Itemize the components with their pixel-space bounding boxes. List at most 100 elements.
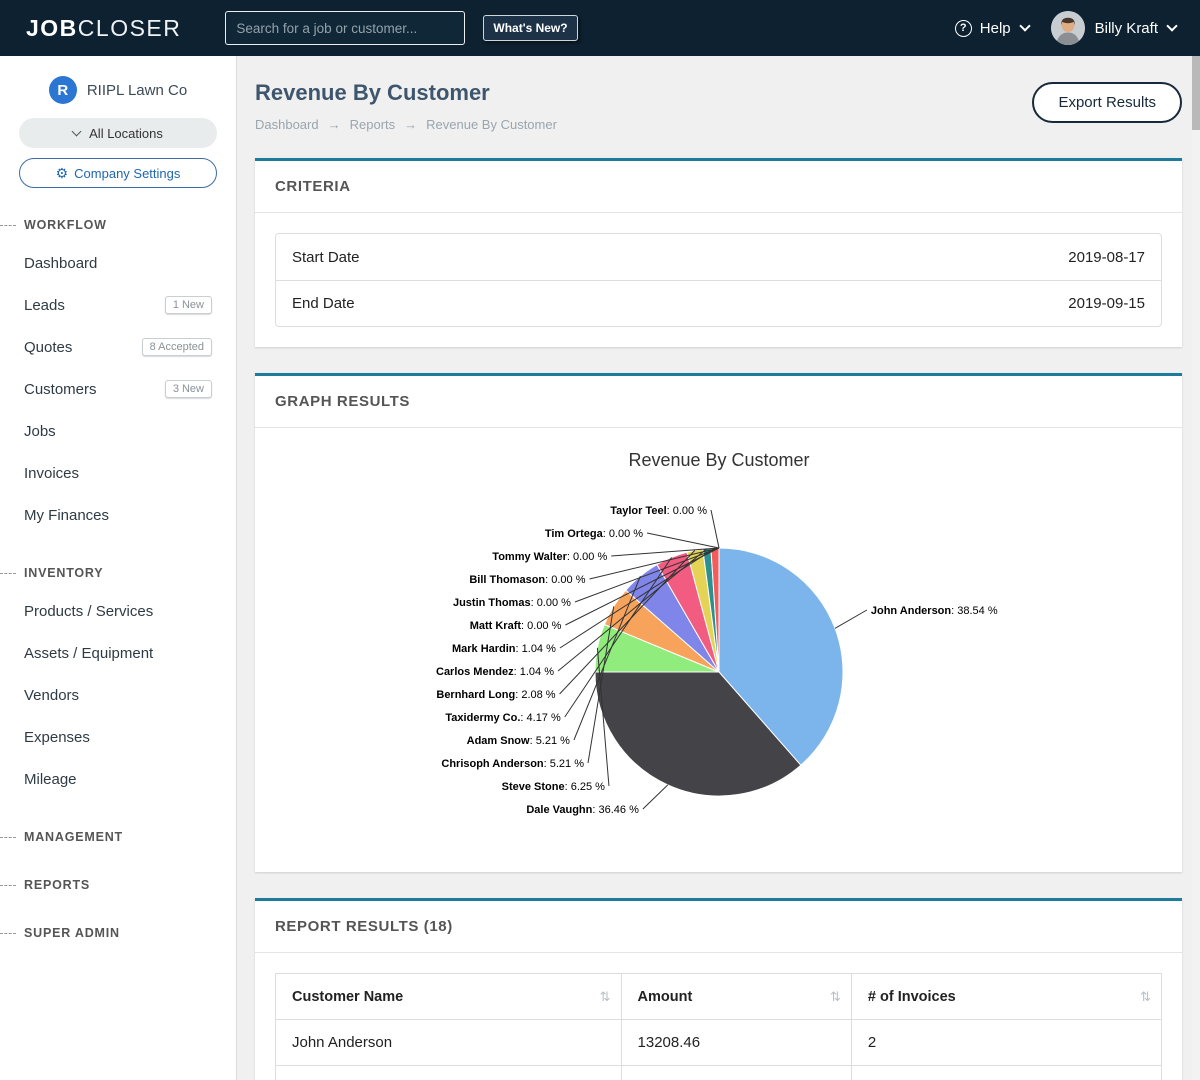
sort-icon[interactable]: ⇅: [600, 989, 611, 1005]
sidebar-item-expenses[interactable]: Expenses: [0, 716, 236, 758]
sidebar-section-workflow[interactable]: WORKFLOW: [0, 214, 236, 236]
sidebar-item-customers[interactable]: Customers 3 New: [0, 368, 236, 410]
avatar[interactable]: [1051, 11, 1085, 45]
report-table-body: John Anderson13208.462Dale Vaughn12529.8…: [276, 1020, 1162, 1080]
all-locations-dropdown[interactable]: All Locations: [19, 118, 217, 148]
revenue-pie-chart[interactable]: Revenue By CustomerTaylor Teel: 0.00 %Ti…: [259, 432, 1179, 862]
all-locations-label: All Locations: [89, 126, 163, 141]
pie-label: Bernhard Long: 2.08 %: [436, 689, 555, 701]
search-input[interactable]: [225, 11, 465, 45]
column-header-amount[interactable]: Amount ⇅: [621, 974, 851, 1020]
criteria-rows: Start Date2019-08-17End Date2019-09-15: [275, 233, 1162, 327]
table-cell: 8: [851, 1066, 1161, 1080]
sidebar-item-leads[interactable]: Leads 1 New: [0, 284, 236, 326]
page-header: Revenue By Customer Dashboard→Reports→Re…: [255, 80, 1182, 132]
page-title: Revenue By Customer: [255, 80, 557, 106]
sidebar: R RIIPL Lawn Co All Locations ⚙ Company …: [0, 56, 237, 1080]
graph-results-card: GRAPH RESULTS Revenue By CustomerTaylor …: [255, 373, 1182, 872]
breadcrumb-arrow-icon: →: [404, 117, 417, 132]
breadcrumb: Dashboard→Reports→Revenue By Customer: [255, 117, 557, 132]
scrollbar-thumb[interactable]: [1192, 56, 1200, 130]
user-menu[interactable]: Billy Kraft: [1095, 20, 1158, 37]
pie-label: Steve Stone: 6.25 %: [501, 781, 605, 793]
pie-label: Taxidermy Co.: 4.17 %: [445, 712, 561, 724]
sidebar-item-mileage[interactable]: Mileage: [0, 758, 236, 800]
avatar-image: [1051, 11, 1085, 45]
sidebar-item-my-finances[interactable]: My Finances: [0, 494, 236, 536]
sort-icon[interactable]: ⇅: [1140, 989, 1151, 1005]
chevron-down-icon: [72, 126, 82, 136]
company-row[interactable]: R RIIPL Lawn Co: [0, 56, 236, 110]
pie-label-connector: [835, 610, 867, 628]
pie-label: Taylor Teel: 0.00 %: [610, 505, 707, 517]
pie-label: Matt Kraft: 0.00 %: [469, 620, 561, 632]
pie-label: Tim Ortega: 0.00 %: [544, 528, 642, 540]
pie-label-connector: [647, 533, 719, 548]
breadcrumb-arrow-icon: →: [328, 117, 341, 132]
criteria-row: Start Date2019-08-17: [276, 234, 1161, 280]
sidebar-item-dashboard[interactable]: Dashboard: [0, 242, 236, 284]
pie-label-connector: [642, 785, 667, 809]
graph-results-title: GRAPH RESULTS: [255, 376, 1182, 428]
breadcrumb-item[interactable]: Dashboard: [255, 117, 319, 132]
page-scrollbar[interactable]: [1192, 56, 1200, 1080]
sidebar-item-quotes[interactable]: Quotes8 Accepted: [0, 326, 236, 368]
chevron-down-icon: [1166, 20, 1177, 31]
sidebar-item-label: Assets / Equipment: [24, 645, 153, 662]
chevron-down-icon: [1019, 20, 1030, 31]
table-cell: 12529.80: [621, 1066, 851, 1080]
pie-label: Bill Thomason: 0.00 %: [469, 574, 585, 586]
pie-label: Mark Hardin: 1.04 %: [451, 643, 555, 655]
sidebar-item-label: My Finances: [24, 507, 109, 524]
breadcrumb-item[interactable]: Reports: [350, 117, 396, 132]
logo-text-bold: JOB: [26, 15, 78, 41]
help-icon: ?: [955, 20, 972, 37]
sidebar-nav: WORKFLOW Dashboard Leads 1 New Quotes8 Accep…: [0, 214, 236, 944]
sidebar-section-inventory[interactable]: INVENTORY: [0, 562, 236, 584]
sidebar-item-vendors[interactable]: Vendors: [0, 674, 236, 716]
report-table-header-row: Customer Name ⇅ Amount ⇅ # of Invoices ⇅: [276, 974, 1162, 1020]
whats-new-button[interactable]: What's New?: [483, 15, 577, 41]
company-name: RIIPL Lawn Co: [87, 82, 187, 99]
sidebar-item-invoices[interactable]: Invoices: [0, 452, 236, 494]
sidebar-item-label: Vendors: [24, 687, 79, 704]
pie-label: Justin Thomas: 0.00 %: [452, 597, 570, 609]
main-content: Revenue By Customer Dashboard → Reports → Re…: [237, 56, 1200, 1080]
criteria-row: End Date2019-09-15: [276, 280, 1161, 326]
criteria-card-title: CRITERIA: [255, 161, 1182, 213]
pie-label: Carlos Mendez: 1.04 %: [436, 666, 554, 678]
pie-label: Chrisoph Anderson: 5.21 %: [441, 758, 584, 770]
sidebar-item-assets-equipment[interactable]: Assets / Equipment: [0, 632, 236, 674]
sidebar-item-label: Leads: [24, 297, 65, 314]
company-logo-icon: R: [49, 76, 77, 104]
column-header-label: Customer Name: [292, 989, 403, 1005]
export-results-button[interactable]: Export Results: [1032, 82, 1182, 123]
table-row[interactable]: Dale Vaughn12529.808: [276, 1066, 1162, 1080]
app-logo[interactable]: JOBCLOSER: [26, 15, 181, 42]
column-header-of-invoices[interactable]: # of Invoices ⇅: [851, 974, 1161, 1020]
sidebar-item-label: Customers: [24, 381, 97, 398]
column-header-label: # of Invoices: [868, 989, 956, 1005]
sidebar-item-products-services[interactable]: Products / Services: [0, 590, 236, 632]
criteria-value: 2019-08-17: [1068, 249, 1145, 266]
sidebar-item-jobs[interactable]: Jobs: [0, 410, 236, 452]
column-header-label: Amount: [638, 989, 693, 1005]
company-settings-label: Company Settings: [74, 166, 180, 181]
report-results-card: REPORT RESULTS (18) Customer Name⇅Amount…: [255, 898, 1182, 1080]
table-row[interactable]: John Anderson13208.462: [276, 1020, 1162, 1066]
sidebar-section-reports[interactable]: REPORTS: [0, 874, 236, 896]
sidebar-item-badge: 3 New: [165, 380, 212, 398]
sidebar-item-badge: 1 New: [165, 296, 212, 314]
sidebar-section-management[interactable]: MANAGEMENT: [0, 826, 236, 848]
sidebar-item-label: Jobs: [24, 423, 56, 440]
table-cell: 2: [851, 1020, 1161, 1066]
sort-icon[interactable]: ⇅: [830, 989, 841, 1005]
report-table: Customer Name ⇅ Amount ⇅ # of Invoices ⇅ John…: [275, 973, 1162, 1080]
sidebar-section-super-admin[interactable]: SUPER ADMIN: [0, 922, 236, 944]
topbar-right: ? Help Billy Kraft: [955, 11, 1182, 45]
help-menu[interactable]: Help: [980, 20, 1011, 37]
table-cell: Dale Vaughn: [276, 1066, 622, 1080]
column-header-customer-name[interactable]: Customer Name ⇅: [276, 974, 622, 1020]
company-settings-button[interactable]: ⚙ Company Settings: [19, 158, 217, 188]
sidebar-item-label: Mileage: [24, 771, 77, 788]
